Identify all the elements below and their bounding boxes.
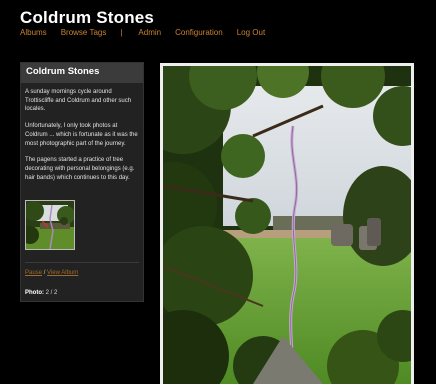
nav-albums[interactable]: Albums: [20, 28, 47, 37]
album-sidebar: Coldrum Stones A sunday mornings cycle a…: [20, 62, 144, 302]
photo-count-value: 2 / 2: [45, 290, 58, 296]
photo-label: Photo:: [25, 290, 44, 296]
description-paragraph: A sunday mornings cycle around Trottiscl…: [25, 89, 132, 113]
photo-counter: Photo: 2 / 2: [25, 290, 57, 296]
photo-thumbnail[interactable]: [25, 200, 75, 250]
thumbnail-image: [26, 201, 74, 249]
description-paragraph: The pagens started a practice of tree de…: [25, 157, 135, 181]
pause-link[interactable]: Pause: [25, 270, 42, 276]
description-paragraph: Unfortunately, I only took photos at Col…: [25, 123, 138, 147]
nav-separator: |: [120, 28, 123, 37]
nav-admin[interactable]: Admin: [138, 28, 161, 37]
sidebar-divider: [25, 262, 139, 263]
view-album-link[interactable]: View Album: [47, 270, 78, 276]
nav-logout[interactable]: Log Out: [237, 28, 265, 37]
site-title: Coldrum Stones: [20, 8, 155, 27]
nav-configuration[interactable]: Configuration: [175, 28, 223, 37]
sidebar-title: Coldrum Stones: [21, 63, 143, 83]
album-description: A sunday mornings cycle around Trottiscl…: [21, 83, 143, 182]
nav-browse-tags[interactable]: Browse Tags: [61, 28, 107, 37]
main-photo[interactable]: [160, 63, 414, 384]
controls-separator: /: [43, 270, 46, 276]
top-nav: Albums Browse Tags | Admin Configuration Log …: [20, 28, 265, 37]
main-photo-image: [163, 66, 411, 384]
slideshow-controls: Pause / View Album: [25, 270, 78, 276]
